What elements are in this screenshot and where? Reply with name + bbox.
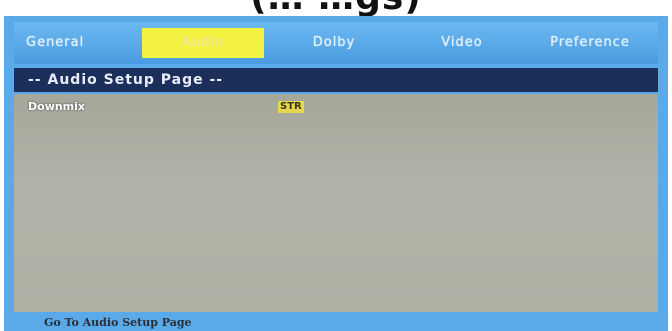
page-title: -- Audio Setup Page --: [14, 68, 658, 92]
setting-label: Downmix: [28, 100, 86, 113]
setup-tab-bar: General Audio Dolby Video Preference: [14, 22, 658, 64]
setting-value[interactable]: STR: [278, 101, 304, 113]
setting-row-downmix[interactable]: Downmix STR: [22, 98, 322, 116]
tv-osd-screen: General Audio Dolby Video Preference -- …: [4, 16, 668, 331]
settings-panel: Downmix STR: [14, 94, 658, 312]
tab-preference[interactable]: Preference: [526, 28, 654, 58]
status-hint: Go To Audio Setup Page: [44, 316, 192, 329]
tab-general[interactable]: General: [14, 28, 142, 58]
status-bar: Go To Audio Setup Page: [14, 314, 658, 331]
tab-audio[interactable]: Audio: [142, 28, 264, 58]
tab-video[interactable]: Video: [398, 28, 526, 58]
tab-dolby[interactable]: Dolby: [270, 28, 398, 58]
